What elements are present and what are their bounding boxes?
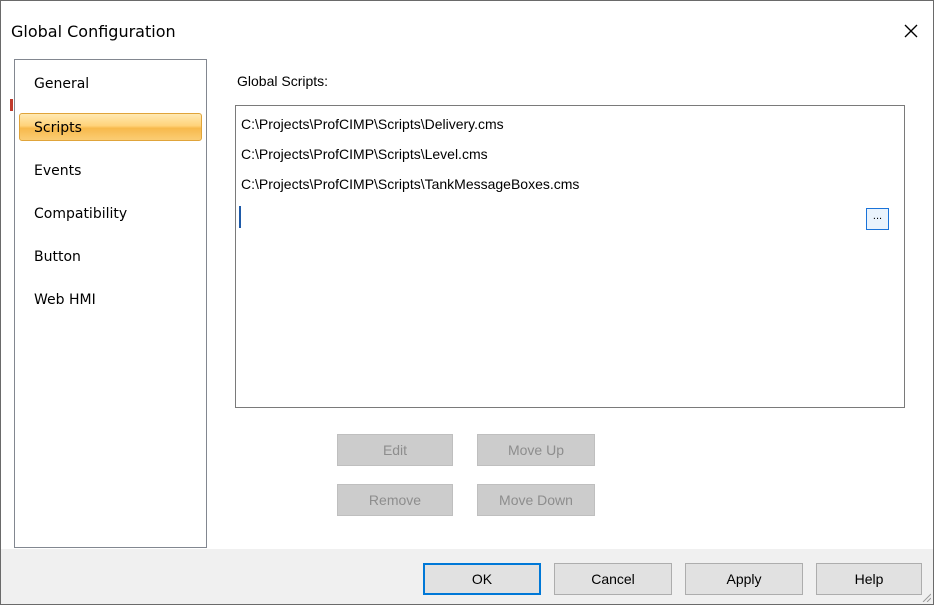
nav-item-button[interactable]: Button xyxy=(19,243,202,271)
browse-button[interactable]: ... xyxy=(866,208,889,230)
apply-button[interactable]: Apply xyxy=(685,563,803,595)
nav-item-general[interactable]: General xyxy=(19,70,202,98)
list-item[interactable]: C:\Projects\ProfCIMP\Scripts\TankMessage… xyxy=(241,174,579,194)
new-entry-input[interactable] xyxy=(239,206,241,228)
nav-item-events[interactable]: Events xyxy=(19,157,202,185)
move-down-button[interactable]: Move Down xyxy=(477,484,595,516)
dialog-footer: OK Cancel Apply Help xyxy=(1,549,933,604)
category-list: General Scripts Events Compatibility But… xyxy=(14,59,207,548)
resize-grip-icon[interactable] xyxy=(921,592,931,602)
background-marker xyxy=(10,99,13,111)
list-item[interactable]: C:\Projects\ProfCIMP\Scripts\Level.cms xyxy=(241,144,488,164)
edit-button[interactable]: Edit xyxy=(337,434,453,466)
nav-item-scripts[interactable]: Scripts xyxy=(19,113,202,141)
remove-button[interactable]: Remove xyxy=(337,484,453,516)
cancel-button[interactable]: Cancel xyxy=(554,563,672,595)
close-icon xyxy=(904,24,918,38)
nav-item-web-hmi[interactable]: Web HMI xyxy=(19,286,202,314)
global-configuration-dialog: Global Configuration General Scripts Eve… xyxy=(0,0,934,605)
move-up-button[interactable]: Move Up xyxy=(477,434,595,466)
help-button[interactable]: Help xyxy=(816,563,922,595)
ok-button[interactable]: OK xyxy=(423,563,541,595)
title-bar[interactable]: Global Configuration xyxy=(1,1,933,57)
global-scripts-label: Global Scripts: xyxy=(237,73,329,89)
global-scripts-list[interactable]: C:\Projects\ProfCIMP\Scripts\Delivery.cm… xyxy=(235,105,905,408)
nav-item-compatibility[interactable]: Compatibility xyxy=(19,200,202,228)
list-item[interactable]: C:\Projects\ProfCIMP\Scripts\Delivery.cm… xyxy=(241,114,504,134)
window-title: Global Configuration xyxy=(11,22,176,41)
close-button[interactable] xyxy=(889,13,933,49)
